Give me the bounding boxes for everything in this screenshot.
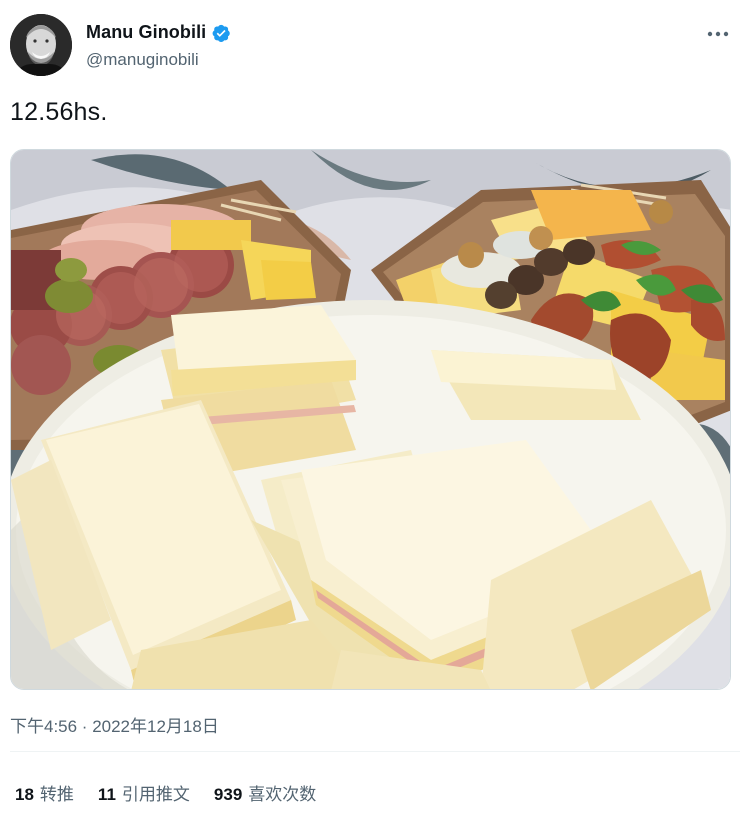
verified-badge-icon (211, 23, 231, 43)
avatar[interactable] (10, 14, 72, 76)
retweets-label: 转推 (39, 785, 74, 804)
tweet-header: Manu Ginobili @manuginobili (10, 14, 740, 78)
tweet-stats: 18 转推 11 引用推文 939 喜欢次数 (15, 780, 340, 805)
display-name[interactable]: Manu Ginobili (86, 22, 206, 43)
tweet-text: 12.56hs. (10, 98, 108, 126)
timestamp[interactable]: 下午4:56 · 2022年12月18日 (10, 712, 219, 737)
retweets-stat[interactable]: 18 转推 (15, 780, 74, 805)
likes-count: 939 (213, 785, 243, 804)
quotes-stat[interactable]: 11 引用推文 (98, 780, 190, 805)
quotes-count: 11 (97, 785, 116, 804)
likes-label: 喜欢次数 (248, 785, 317, 804)
more-horizontal-icon[interactable] (704, 20, 732, 48)
divider (10, 751, 740, 752)
tweet-photo[interactable] (10, 149, 731, 690)
name-row: Manu Ginobili (86, 22, 231, 43)
likes-stat[interactable]: 939 喜欢次数 (214, 780, 316, 805)
handle[interactable]: @manuginobili (86, 50, 199, 70)
retweets-count: 18 (15, 785, 34, 804)
quotes-label: 引用推文 (121, 785, 190, 804)
